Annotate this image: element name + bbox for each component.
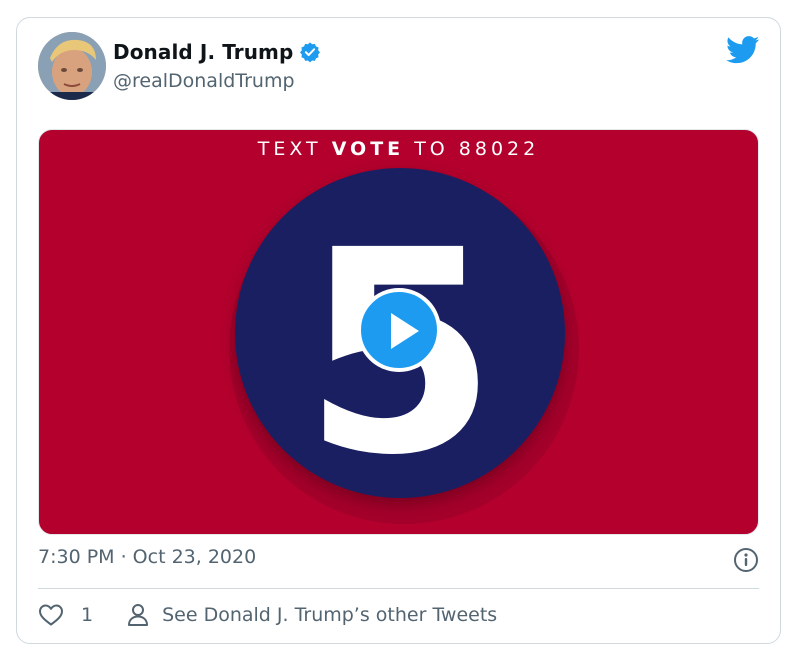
avatar[interactable] [38, 32, 106, 100]
verified-badge-icon [300, 42, 321, 63]
tweet-timestamp[interactable]: 7:30 PM · Oct 23, 2020 [38, 546, 256, 568]
twitter-bird-icon[interactable] [726, 36, 760, 64]
tweet-card[interactable]: Donald J. Trump @realDonaldTrump TEXT VO… [16, 17, 781, 644]
info-icon[interactable] [733, 547, 759, 573]
author-handle[interactable]: @realDonaldTrump [113, 70, 295, 92]
media-caption: TEXT VOTE TO 88022 [257, 138, 540, 160]
play-button[interactable] [357, 288, 441, 372]
action-bar: 1 See Donald J. Trump’s other Tweets [38, 603, 497, 627]
heart-icon[interactable] [38, 603, 64, 627]
author-name[interactable]: Donald J. Trump [113, 40, 293, 64]
divider [38, 588, 759, 589]
play-icon [391, 313, 419, 349]
person-icon[interactable] [127, 603, 149, 627]
author-row[interactable]: Donald J. Trump [113, 40, 321, 64]
like-count[interactable]: 1 [81, 604, 93, 626]
video-media[interactable]: TEXT VOTE TO 88022 5 [38, 129, 759, 535]
see-other-tweets-link[interactable]: See Donald J. Trump’s other Tweets [162, 604, 497, 626]
avatar-image [38, 32, 106, 100]
